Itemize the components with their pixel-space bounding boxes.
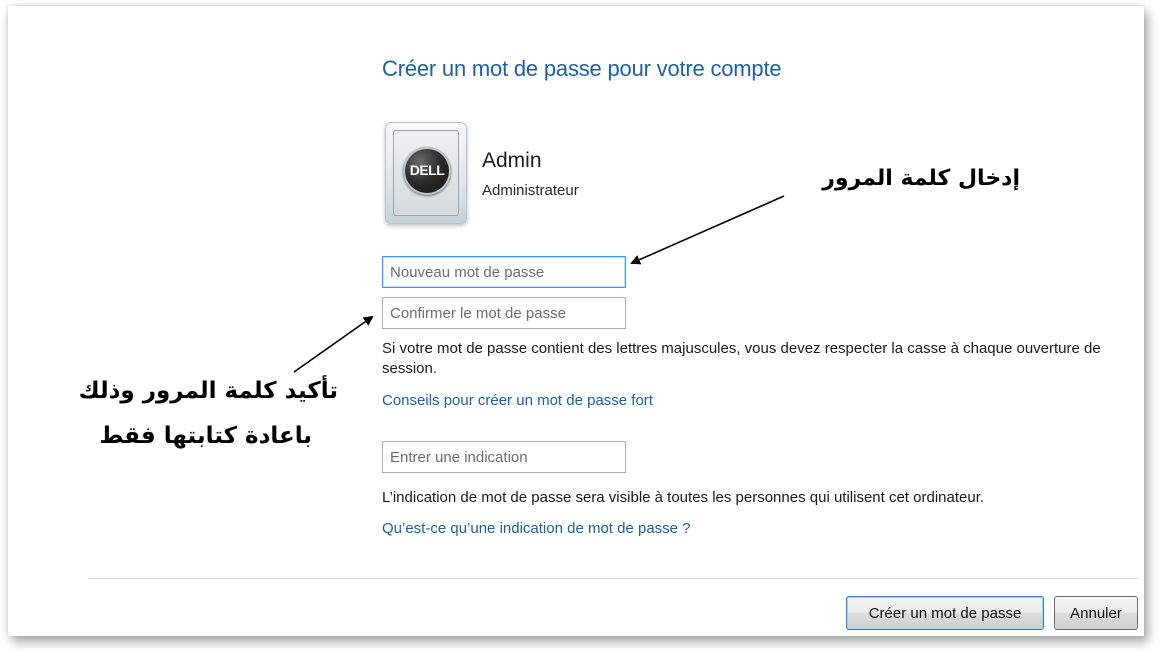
window-frame: Créer un mot de passe pour votre compte … <box>8 6 1144 636</box>
arrow-to-confirm-password <box>293 315 374 373</box>
arrow-to-new-password <box>630 195 785 265</box>
annotation-arrows <box>293 195 785 373</box>
